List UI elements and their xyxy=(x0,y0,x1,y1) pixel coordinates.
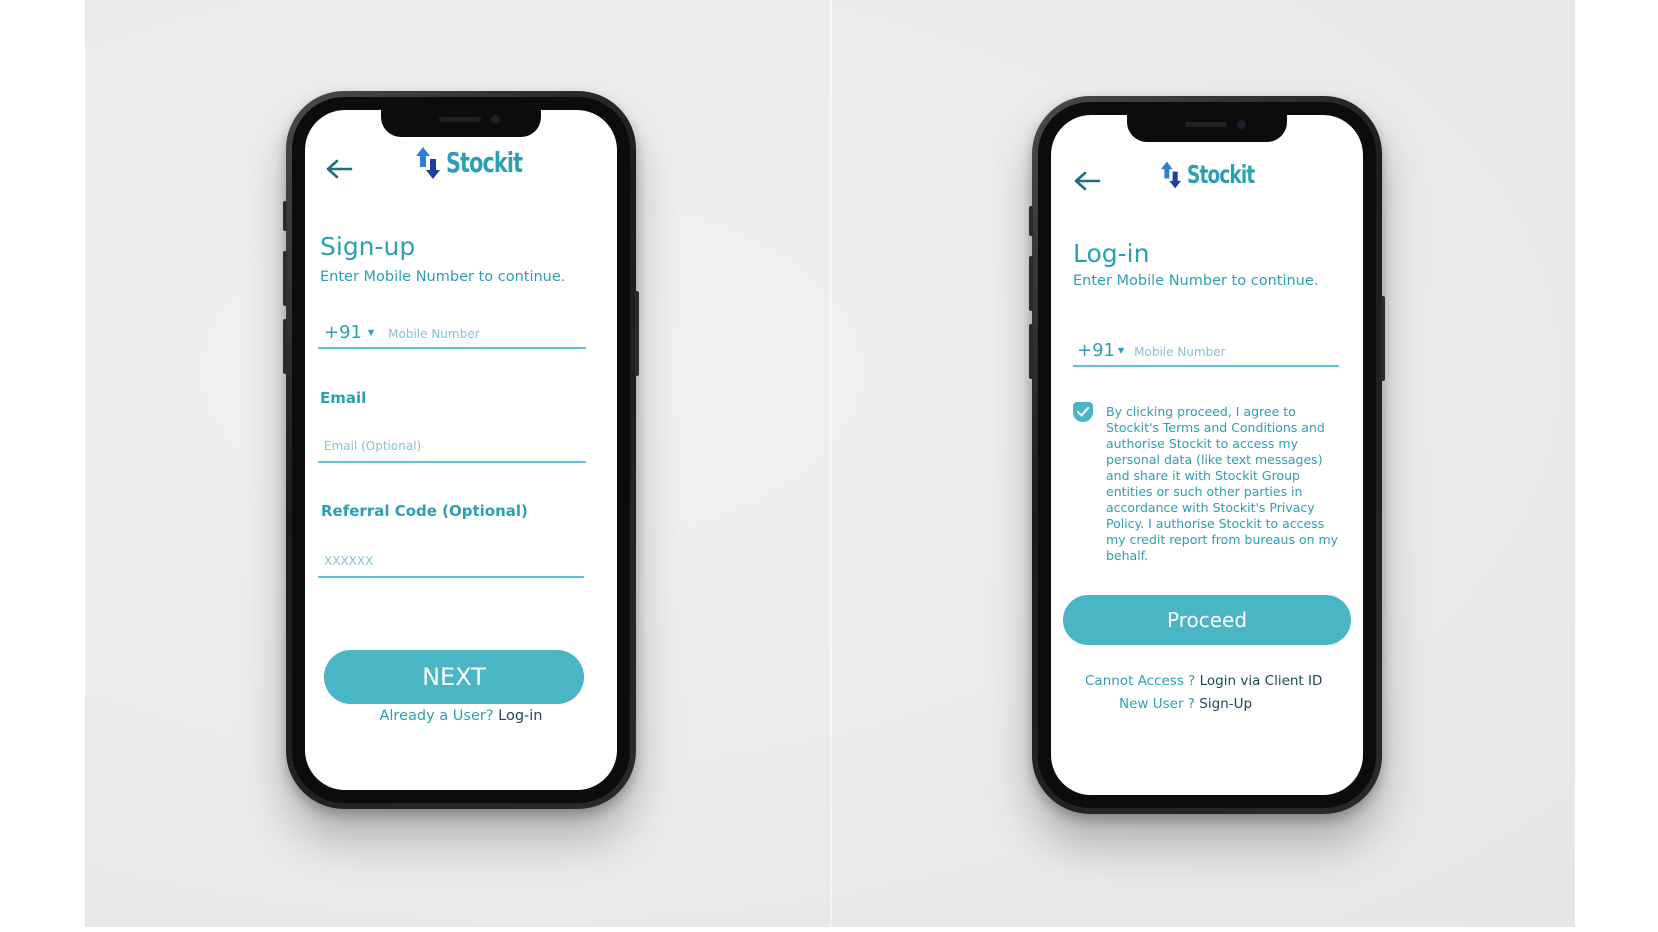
signup-screen: Stockit Sign-up Enter Mobile Number to c… xyxy=(305,110,617,790)
back-arrow-icon[interactable] xyxy=(1073,170,1101,192)
page-title: Log-in xyxy=(1073,239,1150,268)
volume-down-button xyxy=(1029,324,1033,379)
country-code-select[interactable]: +91 ▼ xyxy=(324,322,374,343)
mobile-number-input[interactable] xyxy=(1134,345,1335,361)
referral-field-wrap xyxy=(318,550,584,578)
referral-code-input[interactable] xyxy=(324,554,574,570)
up-down-arrows-icon xyxy=(1161,161,1181,188)
cannot-access-text: Cannot Access ? xyxy=(1085,673,1196,689)
mobile-number-row: +91 ▼ xyxy=(318,322,586,349)
login-link[interactable]: Log-in xyxy=(498,708,542,724)
background-divider xyxy=(830,0,832,927)
volume-down-button xyxy=(283,319,287,374)
signup-phone: Stockit Sign-up Enter Mobile Number to c… xyxy=(283,91,639,809)
volume-up-button xyxy=(1029,256,1033,311)
brand-logo: Stockit xyxy=(416,146,539,179)
page-subtitle: Enter Mobile Number to continue. xyxy=(320,269,566,285)
login-screen: Stockit Log-in Enter Mobile Number to co… xyxy=(1051,115,1363,795)
terms-text: By clicking proceed, I agree to Stockit'… xyxy=(1106,404,1339,563)
new-user-text: New User ? xyxy=(1119,696,1195,712)
country-code-value: +91 xyxy=(324,322,362,343)
check-icon xyxy=(1077,407,1089,417)
notch xyxy=(1127,115,1287,142)
proceed-button[interactable]: Proceed xyxy=(1063,595,1351,645)
caret-down-icon: ▼ xyxy=(1118,346,1125,355)
notch xyxy=(381,110,541,137)
signup-link[interactable]: Sign-Up xyxy=(1199,696,1252,712)
mobile-number-input[interactable] xyxy=(388,327,579,343)
country-code-select[interactable]: +91 ▼ xyxy=(1077,340,1124,361)
up-down-arrows-icon xyxy=(416,146,440,179)
login-phone: Stockit Log-in Enter Mobile Number to co… xyxy=(1029,96,1385,814)
terms-checkbox[interactable] xyxy=(1073,402,1093,422)
email-label: Email xyxy=(320,389,367,407)
email-input[interactable] xyxy=(324,439,574,455)
referral-code-label: Referral Code (Optional) xyxy=(321,502,528,520)
brand-name: Stockit xyxy=(446,146,523,179)
mobile-number-row: +91 ▼ xyxy=(1073,340,1339,367)
back-arrow-icon[interactable] xyxy=(325,158,353,180)
volume-up-button xyxy=(283,251,287,306)
already-user-row: Already a User? Log-in xyxy=(305,708,617,724)
cannot-access-row: Cannot Access ? Login via Client ID xyxy=(1085,673,1322,689)
power-button xyxy=(1381,296,1385,381)
mute-switch xyxy=(283,201,287,231)
brand-logo: Stockit xyxy=(1161,160,1269,189)
mute-switch xyxy=(1029,206,1033,236)
login-via-client-id-link[interactable]: Login via Client ID xyxy=(1200,673,1323,689)
country-code-value: +91 xyxy=(1077,340,1115,361)
next-button[interactable]: NEXT xyxy=(324,650,584,704)
already-user-text: Already a User? xyxy=(379,708,494,724)
brand-name: Stockit xyxy=(1187,160,1255,189)
email-field-wrap xyxy=(318,435,586,463)
power-button xyxy=(635,291,639,376)
caret-down-icon: ▼ xyxy=(368,328,375,337)
page-subtitle: Enter Mobile Number to continue. xyxy=(1073,273,1319,289)
page-title: Sign-up xyxy=(320,232,416,261)
new-user-row: New User ? Sign-Up xyxy=(1119,696,1252,712)
